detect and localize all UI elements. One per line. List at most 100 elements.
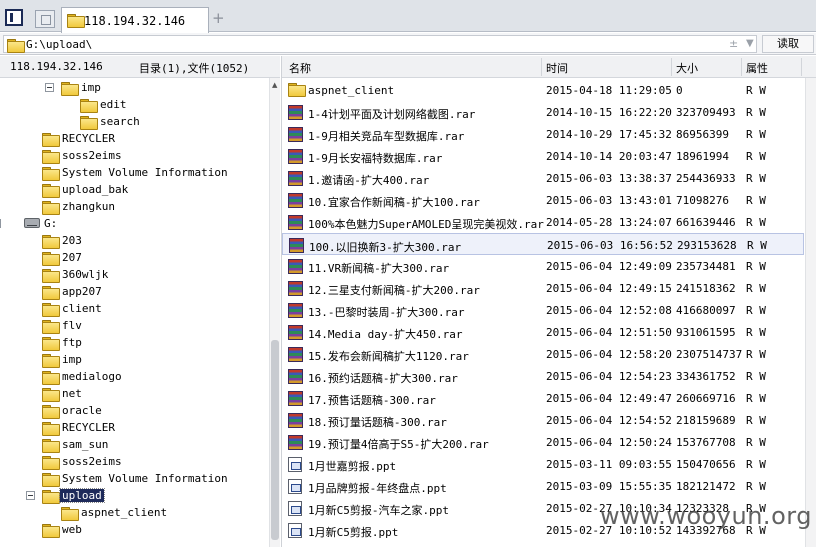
scroll-up-icon[interactable]: ▲	[272, 81, 277, 89]
tree-item[interactable]: imp	[0, 79, 270, 96]
tree-item[interactable]: 207	[0, 249, 270, 266]
file-row[interactable]: 14.Media day-扩大450.rar 2015-06-04 12:51:5…	[282, 321, 804, 343]
file-name: 12.三星支付新闻稿-扩大200.rar	[308, 284, 480, 297]
tree-item[interactable]: System Volume Information	[0, 470, 270, 487]
tree-item[interactable]: RECYCLER	[0, 130, 270, 147]
tree-item[interactable]: soss2eims	[0, 453, 270, 470]
tree-item[interactable]: medialogo	[0, 368, 270, 385]
rar-archive-icon	[288, 281, 303, 296]
tree-item[interactable]: upload	[0, 487, 270, 504]
file-row[interactable]: 18.预订量话题稿-300.rar 2015-06-04 12:54:52 2181…	[282, 409, 804, 431]
collapse-icon[interactable]	[0, 219, 1, 228]
tree-item[interactable]: upload_bak	[0, 181, 270, 198]
collapse-icon[interactable]	[26, 491, 35, 500]
window-icon-button[interactable]	[35, 10, 55, 28]
history-icon[interactable]: ±	[729, 37, 738, 50]
column-size[interactable]: 大小	[676, 60, 698, 76]
tree-item[interactable]: edit	[0, 96, 270, 113]
tree-item[interactable]: sam_sun	[0, 436, 270, 453]
file-time: 2015-06-04 12:50:24	[546, 436, 672, 449]
tab-server[interactable]: 118.194.32.146	[61, 7, 209, 33]
file-size: 2307514737	[676, 348, 743, 361]
column-divider[interactable]	[741, 58, 742, 76]
folder-icon	[42, 286, 60, 300]
folder-icon	[42, 184, 60, 198]
tree-item[interactable]: soss2eims	[0, 147, 270, 164]
file-row[interactable]: 1-4计划平面及计划网络截图.rar 2014-10-15 16:22:20 323…	[282, 101, 804, 123]
folder-icon	[42, 252, 60, 266]
file-time: 2015-06-04 12:49:47	[546, 392, 672, 405]
tree-item[interactable]: client	[0, 300, 270, 317]
tree-item-label: upload_bak	[62, 183, 129, 196]
file-size: 0	[676, 84, 683, 97]
file-row[interactable]: 100.以旧换新3-扩大300.rar 2015-06-03 16:56:52 29…	[282, 233, 804, 255]
rar-archive-icon	[288, 347, 303, 362]
file-attr: R W	[746, 370, 766, 383]
tree-item-label: RECYCLER	[62, 132, 115, 145]
file-list-panel: 名称 时间 大小 属性 aspnet_client 2015-04-18 11:2…	[281, 56, 816, 547]
file-row[interactable]: 17.预售话题稿-300.rar 2015-06-04 12:49:47 26066…	[282, 387, 804, 409]
tree-scrollbar[interactable]: ▲	[269, 78, 280, 547]
folder-icon	[61, 507, 79, 521]
file-name: 1月品牌剪报-年终盘点.ppt	[308, 482, 447, 495]
file-row[interactable]: 19.预订量4倍高于S5-扩大200.rar 2015-06-04 12:50:2…	[282, 431, 804, 453]
file-attr: R W	[747, 239, 767, 252]
left-panel-header: 118.194.32.146 目录(1),文件(1052)	[0, 56, 280, 78]
tree-item[interactable]: imp	[0, 351, 270, 368]
file-row[interactable]: 13.-巴黎时装周-扩大300.rar 2015-06-04 12:52:08 41…	[282, 299, 804, 321]
column-name[interactable]: 名称	[289, 60, 311, 76]
file-row[interactable]: 1月品牌剪报-年终盘点.ppt 2015-03-09 15:55:35 182121…	[282, 475, 804, 497]
tree-item[interactable]: zhangkun	[0, 198, 270, 215]
scroll-thumb[interactable]	[271, 340, 279, 540]
rar-archive-icon	[288, 105, 303, 120]
tree-item[interactable]: G:	[0, 215, 270, 232]
folder-icon	[42, 167, 60, 181]
tree-item[interactable]: ftp	[0, 334, 270, 351]
sidebar-toggle-button[interactable]	[5, 9, 23, 26]
tree-item[interactable]: net	[0, 385, 270, 402]
chevron-down-icon[interactable]: ▼	[746, 38, 754, 49]
tree-item-label: edit	[100, 98, 127, 111]
file-row[interactable]: 16.预约话题稿-扩大300.rar 2015-06-04 12:54:23 334…	[282, 365, 804, 387]
file-row[interactable]: 10.宜家合作新闻稿-扩大100.rar 2015-06-03 13:43:01 7…	[282, 189, 804, 211]
column-divider[interactable]	[541, 58, 542, 76]
add-tab-button[interactable]: +	[212, 9, 225, 27]
column-divider[interactable]	[801, 58, 802, 76]
file-row[interactable]: aspnet_client 2015-04-18 11:29:05 0 R W	[282, 79, 804, 101]
column-divider[interactable]	[671, 58, 672, 76]
tree-item-label: imp	[81, 81, 101, 94]
rar-archive-icon	[288, 149, 303, 164]
column-attr[interactable]: 属性	[746, 60, 768, 76]
tree-item[interactable]: flv	[0, 317, 270, 334]
file-size: 323709493	[676, 106, 736, 119]
tree-item[interactable]: oracle	[0, 402, 270, 419]
tree-item[interactable]: web	[0, 521, 270, 538]
file-row[interactable]: 1.邀请函-扩大400.rar 2015-06-03 13:38:37 254436…	[282, 167, 804, 189]
tree-item[interactable]: aspnet_client	[0, 504, 270, 521]
tree-item[interactable]: search	[0, 113, 270, 130]
file-row[interactable]: 1-9月相关竞品车型数据库.rar 2014-10-29 17:45:32 8695…	[282, 123, 804, 145]
tree-item[interactable]: 360wljk	[0, 266, 270, 283]
file-list-scrollbar[interactable]	[805, 78, 816, 547]
file-row[interactable]: 12.三星支付新闻稿-扩大200.rar 2015-06-04 12:49:15 2…	[282, 277, 804, 299]
file-name: 1-9月长安福特数据库.rar	[308, 152, 443, 165]
tree-item[interactable]: 203	[0, 232, 270, 249]
file-row[interactable]: 1-9月长安福特数据库.rar 2014-10-14 20:03:47 189619…	[282, 145, 804, 167]
folder-icon	[42, 354, 60, 368]
tree-item-label: imp	[62, 353, 82, 366]
file-row[interactable]: 15.发布会新闻稿扩大1120.rar 2015-06-04 12:58:20 23…	[282, 343, 804, 365]
tree-item[interactable]: app207	[0, 283, 270, 300]
file-row[interactable]: 100%本色魅力SuperAMOLED呈现完美视效.rar 2014-05-28 …	[282, 211, 804, 233]
file-row[interactable]: 11.VR新闻稿-扩大300.rar 2015-06-04 12:49:09 235…	[282, 255, 804, 277]
item-counts: 目录(1),文件(1052)	[139, 62, 250, 75]
file-row[interactable]: 1月世嘉剪报.ppt 2015-03-11 09:03:55 150470656 R …	[282, 453, 804, 475]
folder-icon	[42, 133, 60, 147]
read-button[interactable]: 读取	[762, 35, 814, 53]
ppt-document-icon	[288, 523, 302, 538]
path-input[interactable]: G:\upload\ ± ▼	[3, 35, 757, 53]
folder-icon	[288, 83, 306, 97]
tree-item[interactable]: RECYCLER	[0, 419, 270, 436]
tree-item[interactable]: System Volume Information	[0, 164, 270, 181]
column-time[interactable]: 时间	[546, 60, 568, 76]
collapse-icon[interactable]	[45, 83, 54, 92]
